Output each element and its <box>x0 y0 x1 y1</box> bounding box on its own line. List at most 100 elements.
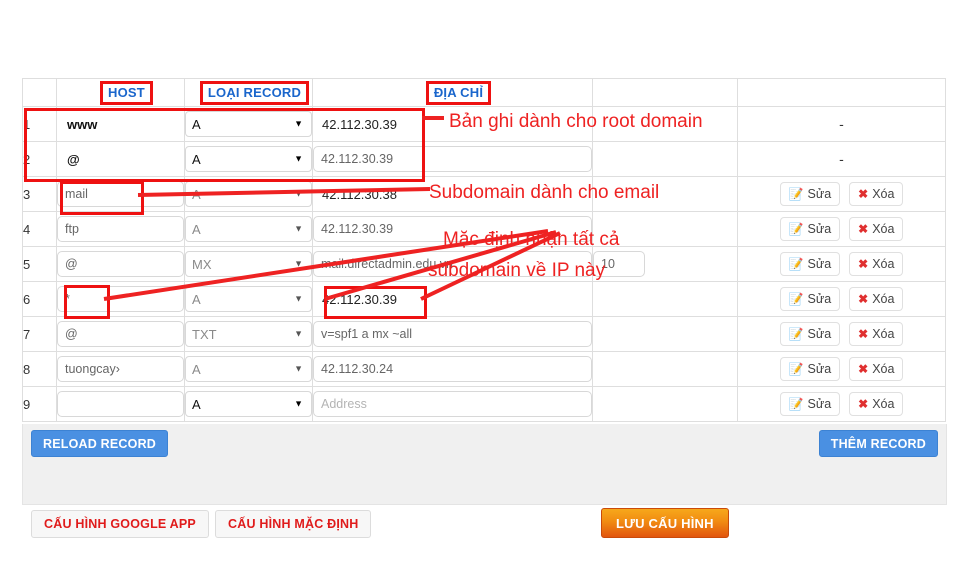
column-header-record-type-label: LOẠI RECORD <box>199 80 310 105</box>
record-type-cell: A ▼ <box>184 211 313 247</box>
record-type-cell: TXT ▼ <box>184 316 313 352</box>
address-input[interactable] <box>313 146 592 172</box>
priority-cell <box>592 386 738 422</box>
record-type-select[interactable]: A <box>185 391 312 417</box>
default-config-button[interactable]: CẤU HÌNH MẶC ĐỊNH <box>215 510 372 538</box>
action-buttons: 📝 Sửa ✖ Xóa <box>738 392 945 416</box>
record-type-select[interactable]: A <box>185 146 312 172</box>
edit-record-button[interactable]: 📝 Sửa <box>779 287 841 311</box>
host-input[interactable] <box>57 286 184 312</box>
column-header-index <box>22 78 57 107</box>
dns-records-table: HOST LOẠI RECORD ĐỊA CHỈ 1A▼-2A▼-3A▼📝Sửa… <box>22 78 946 422</box>
host-input[interactable] <box>57 181 184 207</box>
action-buttons: 📝 Sửa ✖ Xóa <box>738 217 945 241</box>
delete-record-label: Xóa <box>872 257 895 271</box>
pencil-note-icon: 📝 <box>788 257 804 271</box>
google-app-config-button[interactable]: CẤU HÌNH GOOGLE APP <box>31 510 209 538</box>
delete-record-button[interactable]: ✖ Xóa <box>849 357 904 381</box>
table-row: 9 A▼ 📝Sửa ✖Xóa <box>22 386 946 422</box>
action-cell: 📝 Sửa ✖ Xóa <box>737 386 946 422</box>
row-index: 7 <box>22 316 57 352</box>
row-index: 6 <box>22 281 57 317</box>
record-type-select[interactable]: A <box>185 356 312 382</box>
host-cell <box>56 246 185 282</box>
edit-record-button[interactable]: 📝 Sửa <box>779 252 841 276</box>
table-body: 1A▼-2A▼-3A▼📝Sửa✖Xóa4A▼📝Sửa✖Xóa5MX▼📝Sửa✖X… <box>22 106 946 422</box>
record-type-select-wrap: A ▼ <box>185 111 312 137</box>
address-input[interactable] <box>313 286 592 312</box>
record-type-select-wrap: TXT ▼ <box>185 321 312 347</box>
table-row: 5 MX▼ 📝Sửa ✖Xóa <box>22 246 946 282</box>
edit-record-label: Sửa <box>807 257 832 271</box>
edit-record-button[interactable]: 📝 Sửa <box>779 392 841 416</box>
host-input[interactable] <box>57 146 184 172</box>
record-type-select[interactable]: MX <box>185 251 312 277</box>
record-type-select-wrap: A ▼ <box>185 356 312 382</box>
priority-cell <box>592 351 738 387</box>
record-type-select[interactable]: A <box>185 216 312 242</box>
host-input[interactable] <box>57 321 184 347</box>
record-type-select[interactable]: A <box>185 286 312 312</box>
edit-record-button[interactable]: 📝 Sửa <box>779 322 841 346</box>
host-cell <box>56 351 185 387</box>
red-x-icon: ✖ <box>858 257 869 271</box>
action-buttons: 📝 Sửa ✖ Xóa <box>738 252 945 276</box>
edit-record-button[interactable]: 📝 Sửa <box>779 217 841 241</box>
address-input[interactable] <box>313 356 592 382</box>
host-input[interactable] <box>57 216 184 242</box>
host-input[interactable] <box>57 391 184 417</box>
add-record-button[interactable]: THÊM RECORD <box>818 430 938 457</box>
action-cell: 📝 Sửa ✖ Xóa <box>737 281 946 317</box>
action-buttons: 📝 Sửa ✖ Xóa <box>738 322 945 346</box>
address-cell <box>312 386 593 422</box>
record-type-select[interactable]: A <box>185 181 312 207</box>
address-input[interactable] <box>313 251 592 277</box>
save-config-button[interactable]: LƯU CẤU HÌNH <box>601 508 729 538</box>
red-x-icon: ✖ <box>858 327 869 341</box>
pencil-note-icon: 📝 <box>788 362 804 376</box>
edit-record-button[interactable]: 📝 Sửa <box>779 357 841 381</box>
address-input[interactable] <box>313 391 592 417</box>
edit-record-button[interactable]: 📝 Sửa <box>779 182 841 206</box>
address-cell <box>312 141 593 177</box>
edit-record-label: Sửa <box>807 187 832 201</box>
action-buttons: 📝 Sửa ✖ Xóa <box>738 287 945 311</box>
delete-record-label: Xóa <box>872 327 895 341</box>
red-x-icon: ✖ <box>858 292 869 306</box>
delete-record-label: Xóa <box>872 397 895 411</box>
priority-cell <box>592 106 738 142</box>
delete-record-button[interactable]: ✖ Xóa <box>849 392 904 416</box>
action-cell: 📝 Sửa ✖ Xóa <box>737 211 946 247</box>
red-x-icon: ✖ <box>858 397 869 411</box>
host-input[interactable] <box>57 251 184 277</box>
host-cell <box>56 211 185 247</box>
address-input[interactable] <box>313 111 592 137</box>
record-type-cell: A ▼ <box>184 386 313 422</box>
table-row: 3 A▼ 📝Sửa ✖Xóa <box>22 176 946 212</box>
address-cell <box>312 176 593 212</box>
address-input[interactable] <box>313 216 592 242</box>
record-type-select[interactable]: TXT <box>185 321 312 347</box>
mx-priority-input[interactable] <box>593 251 645 277</box>
table-header-row: HOST LOẠI RECORD ĐỊA CHỈ <box>22 78 946 107</box>
delete-record-button[interactable]: ✖ Xóa <box>849 252 904 276</box>
record-type-select[interactable]: A <box>185 111 312 137</box>
address-input[interactable] <box>313 321 592 347</box>
host-cell <box>56 106 185 142</box>
edit-record-label: Sửa <box>807 397 832 411</box>
column-header-host-label: HOST <box>100 80 153 105</box>
red-x-icon: ✖ <box>858 222 869 236</box>
host-cell <box>56 176 185 212</box>
delete-record-button[interactable]: ✖ Xóa <box>849 182 904 206</box>
delete-record-button[interactable]: ✖ Xóa <box>849 287 904 311</box>
address-input[interactable] <box>313 181 592 207</box>
column-header-address: ĐỊA CHỈ <box>312 78 593 107</box>
host-input[interactable] <box>57 356 184 382</box>
delete-record-button[interactable]: ✖ Xóa <box>849 217 904 241</box>
action-buttons: 📝 Sửa ✖ Xóa <box>738 182 945 206</box>
host-input[interactable] <box>57 111 184 137</box>
reload-record-button[interactable]: RELOAD RECORD <box>31 430 169 457</box>
column-header-host: HOST <box>56 78 185 107</box>
row-index: 1 <box>22 106 57 142</box>
delete-record-button[interactable]: ✖ Xóa <box>849 322 904 346</box>
